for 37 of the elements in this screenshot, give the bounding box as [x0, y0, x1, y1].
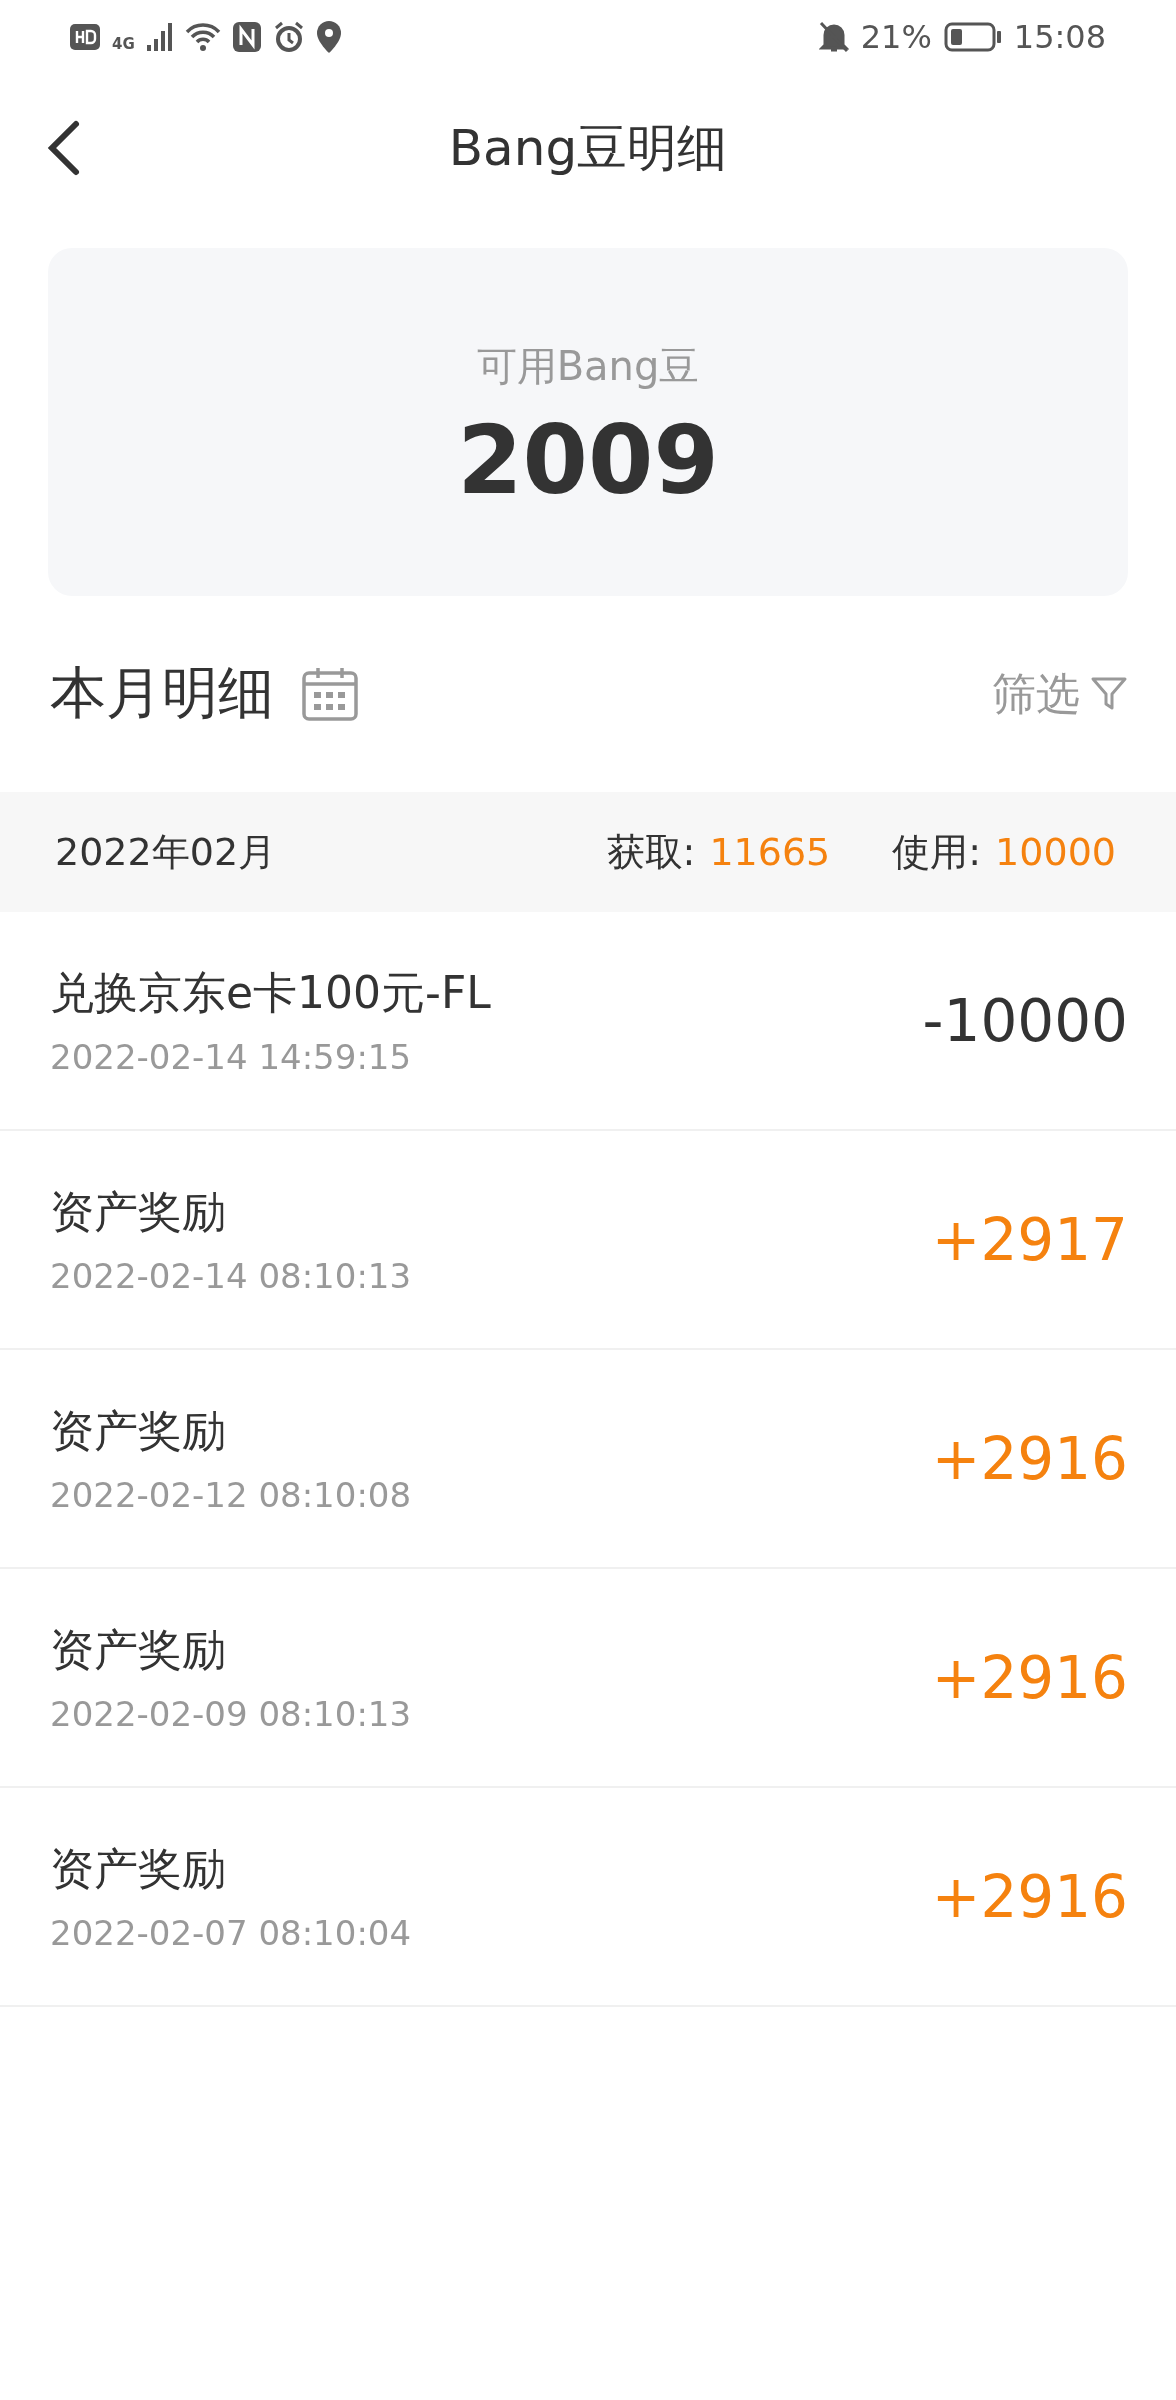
record-amount: +2916	[931, 1862, 1128, 1931]
record-time: 2022-02-12 08:10:08	[50, 1475, 412, 1515]
used-label: 使用:	[892, 828, 982, 876]
location-icon	[316, 21, 341, 53]
record-title: 资产奖励	[50, 1185, 227, 1239]
battery-percent: 21%	[860, 18, 932, 56]
calendar-icon[interactable]	[302, 667, 358, 721]
battery-icon	[943, 22, 1002, 52]
earned-label: 获取:	[606, 828, 696, 876]
nfc-icon	[232, 22, 261, 52]
earned-amount: 11665	[709, 830, 831, 874]
month-label: 2022年02月	[55, 828, 277, 876]
bell-muted-icon	[818, 21, 849, 53]
wifi-icon	[184, 22, 221, 52]
record-amount: +2917	[931, 1205, 1128, 1274]
hd-icon	[70, 24, 100, 50]
record-time: 2022-02-07 08:10:04	[50, 1913, 412, 1953]
record-time: 2022-02-09 08:10:13	[50, 1694, 412, 1734]
alarm-icon	[272, 21, 305, 53]
section-title: 本月明细	[50, 659, 274, 727]
record-amount: -10000	[922, 986, 1128, 1055]
balance-label: 可用Bang豆	[476, 342, 700, 391]
network-label: 4G	[112, 35, 135, 53]
record-time: 2022-02-14 14:59:15	[50, 1037, 413, 1077]
clock-time: 15:08	[1013, 18, 1106, 56]
record-title: 资产奖励	[50, 1623, 227, 1677]
page-title: Bang豆明细	[448, 117, 728, 179]
filter-button[interactable]: 筛选	[992, 664, 1128, 724]
signal-icon	[146, 23, 173, 51]
record-amount: +2916	[931, 1424, 1128, 1493]
record-title: 资产奖励	[50, 1842, 227, 1896]
record-amount: +2916	[931, 1643, 1128, 1712]
record-title: 资产奖励	[50, 1404, 227, 1458]
record-title: 兑换京东e卡100元-FL	[50, 966, 491, 1020]
balance-value: 2009	[457, 406, 719, 515]
used-amount: 10000	[995, 830, 1116, 874]
record-time: 2022-02-14 08:10:13	[50, 1256, 412, 1296]
